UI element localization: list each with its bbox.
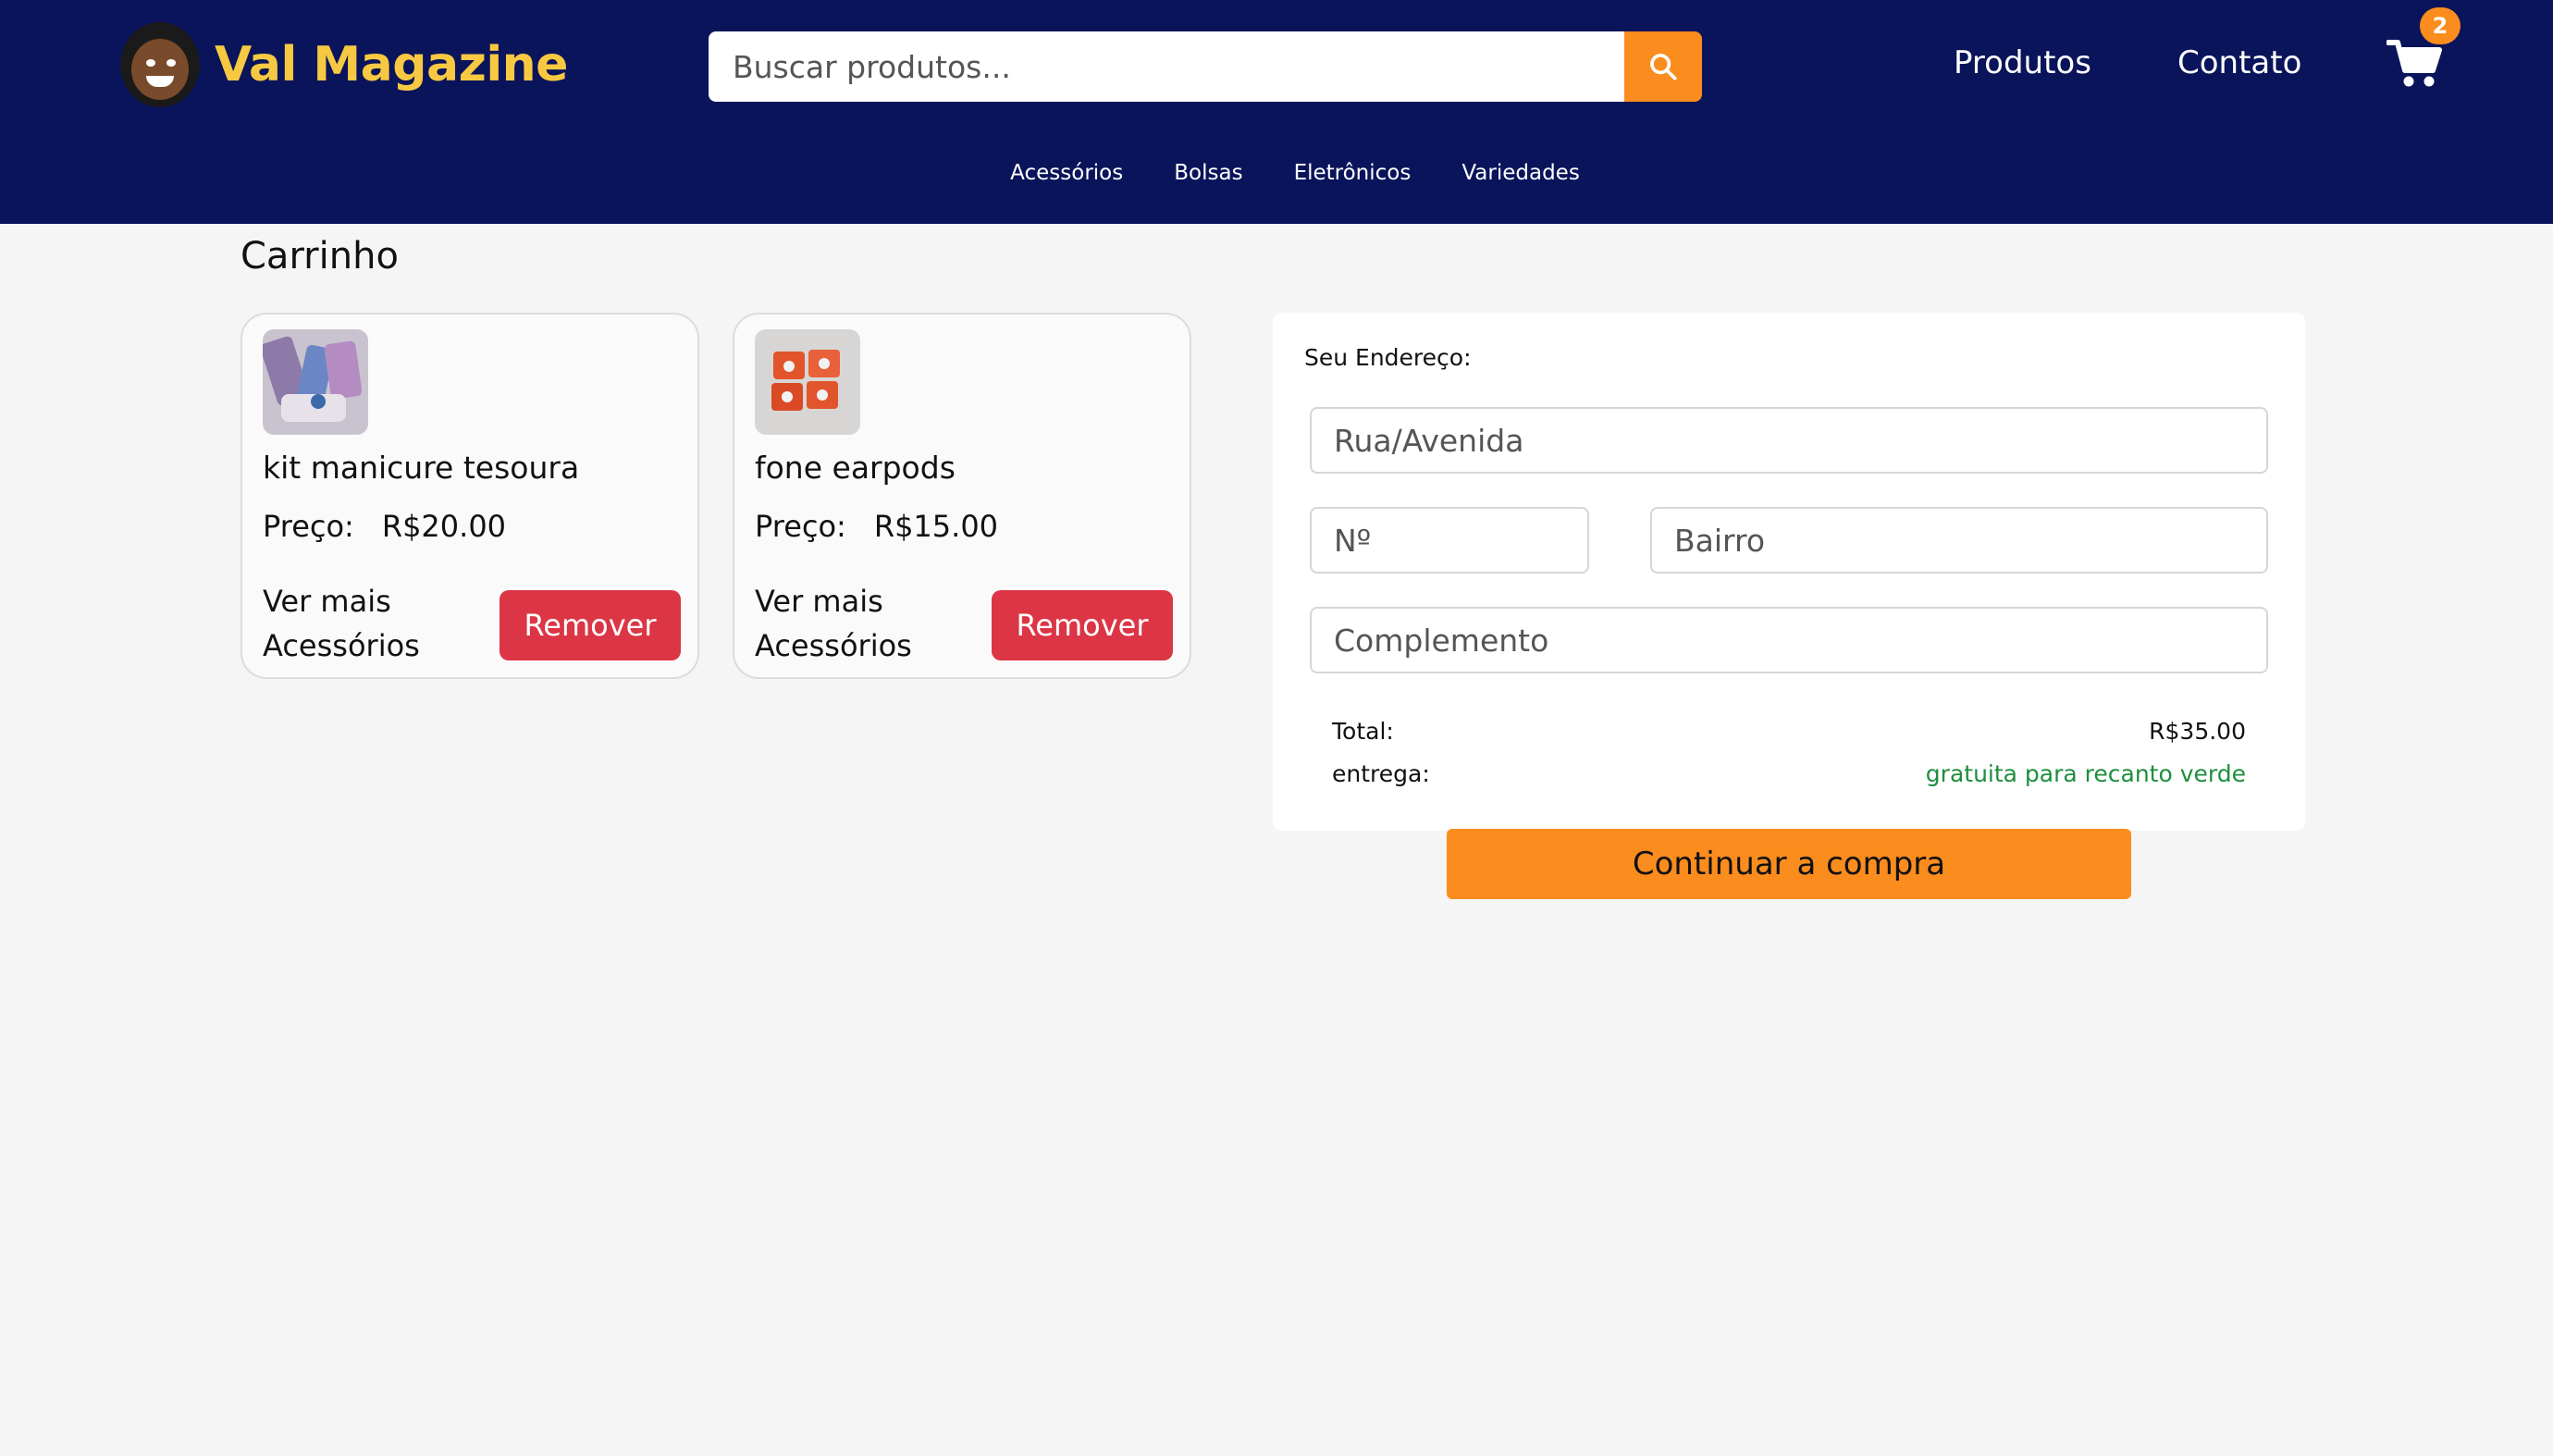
category-nav: Acessórios Bolsas Eletrônicos Variedades	[0, 161, 2553, 198]
district-input[interactable]	[1650, 507, 2268, 574]
cart-count-badge: 2	[2420, 7, 2460, 44]
category-eletronicos[interactable]: Eletrônicos	[1294, 161, 1412, 198]
see-more-line: Ver mais	[755, 584, 883, 619]
nav-produtos[interactable]: Produtos	[1954, 44, 2091, 81]
product-price-row: Preço: R$15.00	[755, 509, 998, 544]
price-label: Preço:	[755, 509, 846, 544]
category-acessorios[interactable]: Acessórios	[1010, 161, 1123, 198]
complement-input[interactable]	[1310, 607, 2268, 673]
search-button[interactable]	[1624, 31, 1702, 102]
remove-button[interactable]: Remover	[992, 590, 1173, 660]
top-header: Val Magazine Produtos Contato 2 Acessóri…	[0, 0, 2553, 224]
total-label: Total:	[1332, 718, 1394, 745]
price-label: Preço:	[263, 509, 354, 544]
nav-contato[interactable]: Contato	[2177, 44, 2301, 81]
search-input[interactable]	[709, 31, 1624, 102]
page-title: Carrinho	[240, 235, 399, 278]
price-value: R$20.00	[381, 509, 507, 544]
category-variedades[interactable]: Variedades	[1462, 161, 1579, 198]
number-input[interactable]	[1310, 507, 1589, 574]
logo[interactable]: Val Magazine	[120, 22, 568, 107]
product-image	[755, 329, 860, 435]
product-name: fone earpods	[755, 450, 956, 486]
see-more-line: Ver mais	[263, 584, 391, 619]
product-name: kit manicure tesoura	[263, 450, 580, 486]
logo-avatar-icon	[120, 22, 200, 107]
delivery-value: gratuita para recanto verde	[1925, 760, 2246, 787]
cart-item-card: fone earpods Preço: R$15.00 Ver mais Aces…	[733, 313, 1191, 679]
see-more-category: Acessórios	[755, 628, 912, 663]
brand-name: Val Magazine	[215, 37, 568, 93]
address-title: Seu Endereço:	[1304, 344, 1472, 371]
price-value: R$15.00	[873, 509, 999, 544]
continue-purchase-button[interactable]: Continuar a compra	[1447, 829, 2131, 899]
remove-button[interactable]: Remover	[500, 590, 681, 660]
cart-item-card: kit manicure tesoura Preço: R$20.00 Ver m…	[240, 313, 699, 679]
see-more-link[interactable]: Ver mais Acessórios	[755, 579, 912, 668]
see-more-link[interactable]: Ver mais Acessórios	[263, 579, 420, 668]
product-price-row: Preço: R$20.00	[263, 509, 506, 544]
search-icon	[1650, 54, 1677, 80]
search-bar	[709, 31, 1702, 102]
address-panel: Seu Endereço: Total: R$35.00 entrega: gr…	[1273, 313, 2305, 831]
category-bolsas[interactable]: Bolsas	[1174, 161, 1242, 198]
product-image	[263, 329, 368, 435]
total-value: R$35.00	[2149, 718, 2246, 745]
cart-button[interactable]	[2386, 37, 2442, 89]
cart-icon	[2386, 40, 2442, 87]
see-more-category: Acessórios	[263, 628, 420, 663]
street-input[interactable]	[1310, 407, 2268, 474]
delivery-label: entrega:	[1332, 760, 1430, 787]
